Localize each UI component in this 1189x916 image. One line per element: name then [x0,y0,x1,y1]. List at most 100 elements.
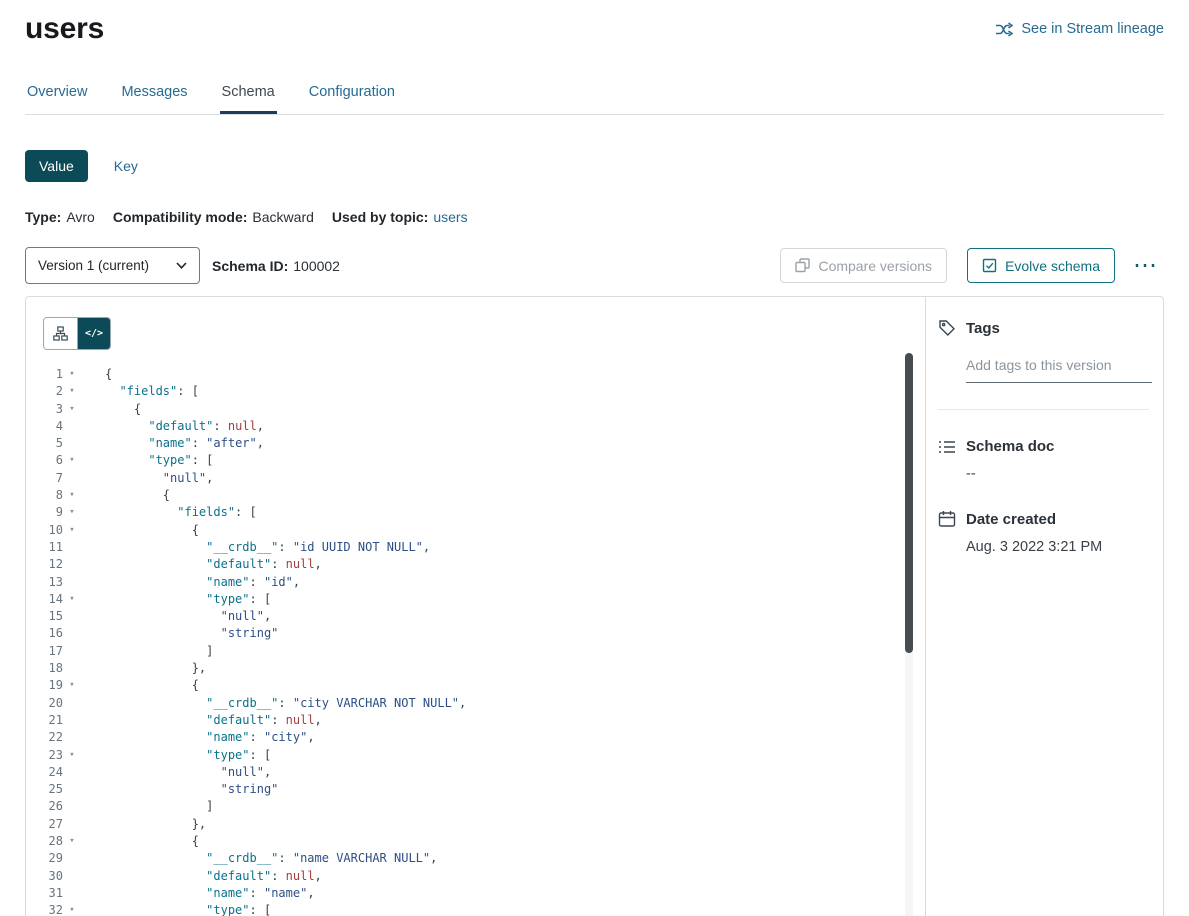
key-toggle-button[interactable]: Key [106,150,146,182]
schema-doc-header: Schema doc [938,438,1149,455]
tab-messages[interactable]: Messages [119,76,189,114]
code-line: 6▾ "type": [ [43,452,925,469]
fold-spacer [63,712,81,729]
code-view-button[interactable]: </> [77,318,110,349]
fold-spacer [63,729,81,746]
line-number: 28 [43,833,63,850]
fold-spacer [63,764,81,781]
tab-overview[interactable]: Overview [25,76,89,114]
topic-link[interactable]: users [433,209,467,225]
tags-section-header: Tags [938,319,1149,337]
tab-bar: Overview Messages Schema Configuration [25,76,1164,115]
fold-toggle-icon[interactable]: ▾ [63,522,81,539]
code-text: }, [105,816,206,833]
code-text: "default": null, [105,868,322,885]
compare-versions-button[interactable]: Compare versions [780,248,947,283]
line-number: 16 [43,625,63,642]
code-line: 1▾{ [43,366,925,383]
schema-code-pane: </> 1▾{2▾ "fields": [3▾ {4 "default": nu… [26,297,925,916]
code-text: { [105,401,141,418]
code-text: "type": [ [105,591,271,608]
code-text: { [105,833,199,850]
fold-toggle-icon[interactable]: ▾ [63,833,81,850]
fold-spacer [63,574,81,591]
fold-spacer [63,608,81,625]
copy-icon [795,258,810,273]
scrollbar-thumb[interactable] [905,353,913,653]
code-text: "default": null, [105,556,322,573]
code-line: 8▾ { [43,487,925,504]
schema-doc-section: Schema doc -- [938,438,1149,482]
fold-spacer [63,660,81,677]
fold-spacer [63,781,81,798]
evolve-schema-label: Evolve schema [1005,258,1100,274]
date-created-title: Date created [966,511,1056,528]
code-line: 7 "null", [43,470,925,487]
fold-toggle-icon[interactable]: ▾ [63,504,81,521]
version-select[interactable]: Version 1 (current) [25,247,200,284]
code-line: 20 "__crdb__": "city VARCHAR NOT NULL", [43,695,925,712]
line-number: 7 [43,470,63,487]
code-text: }, [105,660,206,677]
code-text: "__crdb__": "city VARCHAR NOT NULL", [105,695,466,712]
line-number: 11 [43,539,63,556]
fold-toggle-icon[interactable]: ▾ [63,383,81,400]
tab-schema[interactable]: Schema [220,76,277,114]
fold-toggle-icon[interactable]: ▾ [63,401,81,418]
more-options-button[interactable]: ⋯ [1127,257,1164,275]
line-number: 32 [43,902,63,916]
line-number: 10 [43,522,63,539]
code-text: "type": [ [105,747,271,764]
stream-lineage-link[interactable]: See in Stream lineage [995,21,1164,37]
code-line: 17 ] [43,643,925,660]
code-line: 19▾ { [43,677,925,694]
fold-toggle-icon[interactable]: ▾ [63,677,81,694]
fold-spacer [63,418,81,435]
code-text: { [105,366,112,383]
evolve-schema-button[interactable]: Evolve schema [967,248,1115,283]
tree-view-icon [53,326,68,341]
fold-toggle-icon[interactable]: ▾ [63,452,81,469]
schema-id: Schema ID:100002 [212,258,340,274]
fold-spacer [63,798,81,815]
stream-lineage-icon [995,22,1013,37]
meta-compatibility-label: Compatibility mode: [113,209,248,225]
meta-type-value: Avro [66,209,95,225]
code-text: "fields": [ [105,383,199,400]
tab-configuration[interactable]: Configuration [307,76,397,114]
value-toggle-button[interactable]: Value [25,150,88,182]
schema-meta-row: Type:Avro Compatibility mode:Backward Us… [25,209,1164,225]
fold-spacer [63,435,81,452]
tag-icon [938,319,956,337]
line-number: 2 [43,383,63,400]
fold-toggle-icon[interactable]: ▾ [63,747,81,764]
side-divider [938,409,1149,410]
fold-toggle-icon[interactable]: ▾ [63,487,81,504]
line-number: 5 [43,435,63,452]
fold-toggle-icon[interactable]: ▾ [63,902,81,916]
code-line: 23▾ "type": [ [43,747,925,764]
code-line: 5 "name": "after", [43,435,925,452]
fold-toggle-icon[interactable]: ▾ [63,591,81,608]
version-select-value: Version 1 (current) [38,258,149,273]
tree-view-button[interactable] [44,318,77,349]
date-created-header: Date created [938,510,1149,528]
code-text: "__crdb__": "name VARCHAR NULL", [105,850,437,867]
tags-input[interactable] [966,353,1152,383]
line-number: 3 [43,401,63,418]
tags-title: Tags [966,320,1000,337]
meta-compatibility: Compatibility mode:Backward [113,209,314,225]
line-number: 13 [43,574,63,591]
vertical-scrollbar[interactable] [905,353,913,916]
fold-spacer [63,643,81,660]
stream-lineage-label: See in Stream lineage [1021,21,1164,37]
code-line: 11 "__crdb__": "id UUID NOT NULL", [43,539,925,556]
code-line: 16 "string" [43,625,925,642]
fold-toggle-icon[interactable]: ▾ [63,366,81,383]
code-line: 22 "name": "city", [43,729,925,746]
code-text: { [105,677,199,694]
code-line: 31 "name": "name", [43,885,925,902]
view-mode-toggle: </> [43,317,111,350]
fold-spacer [63,470,81,487]
code-line: 21 "default": null, [43,712,925,729]
